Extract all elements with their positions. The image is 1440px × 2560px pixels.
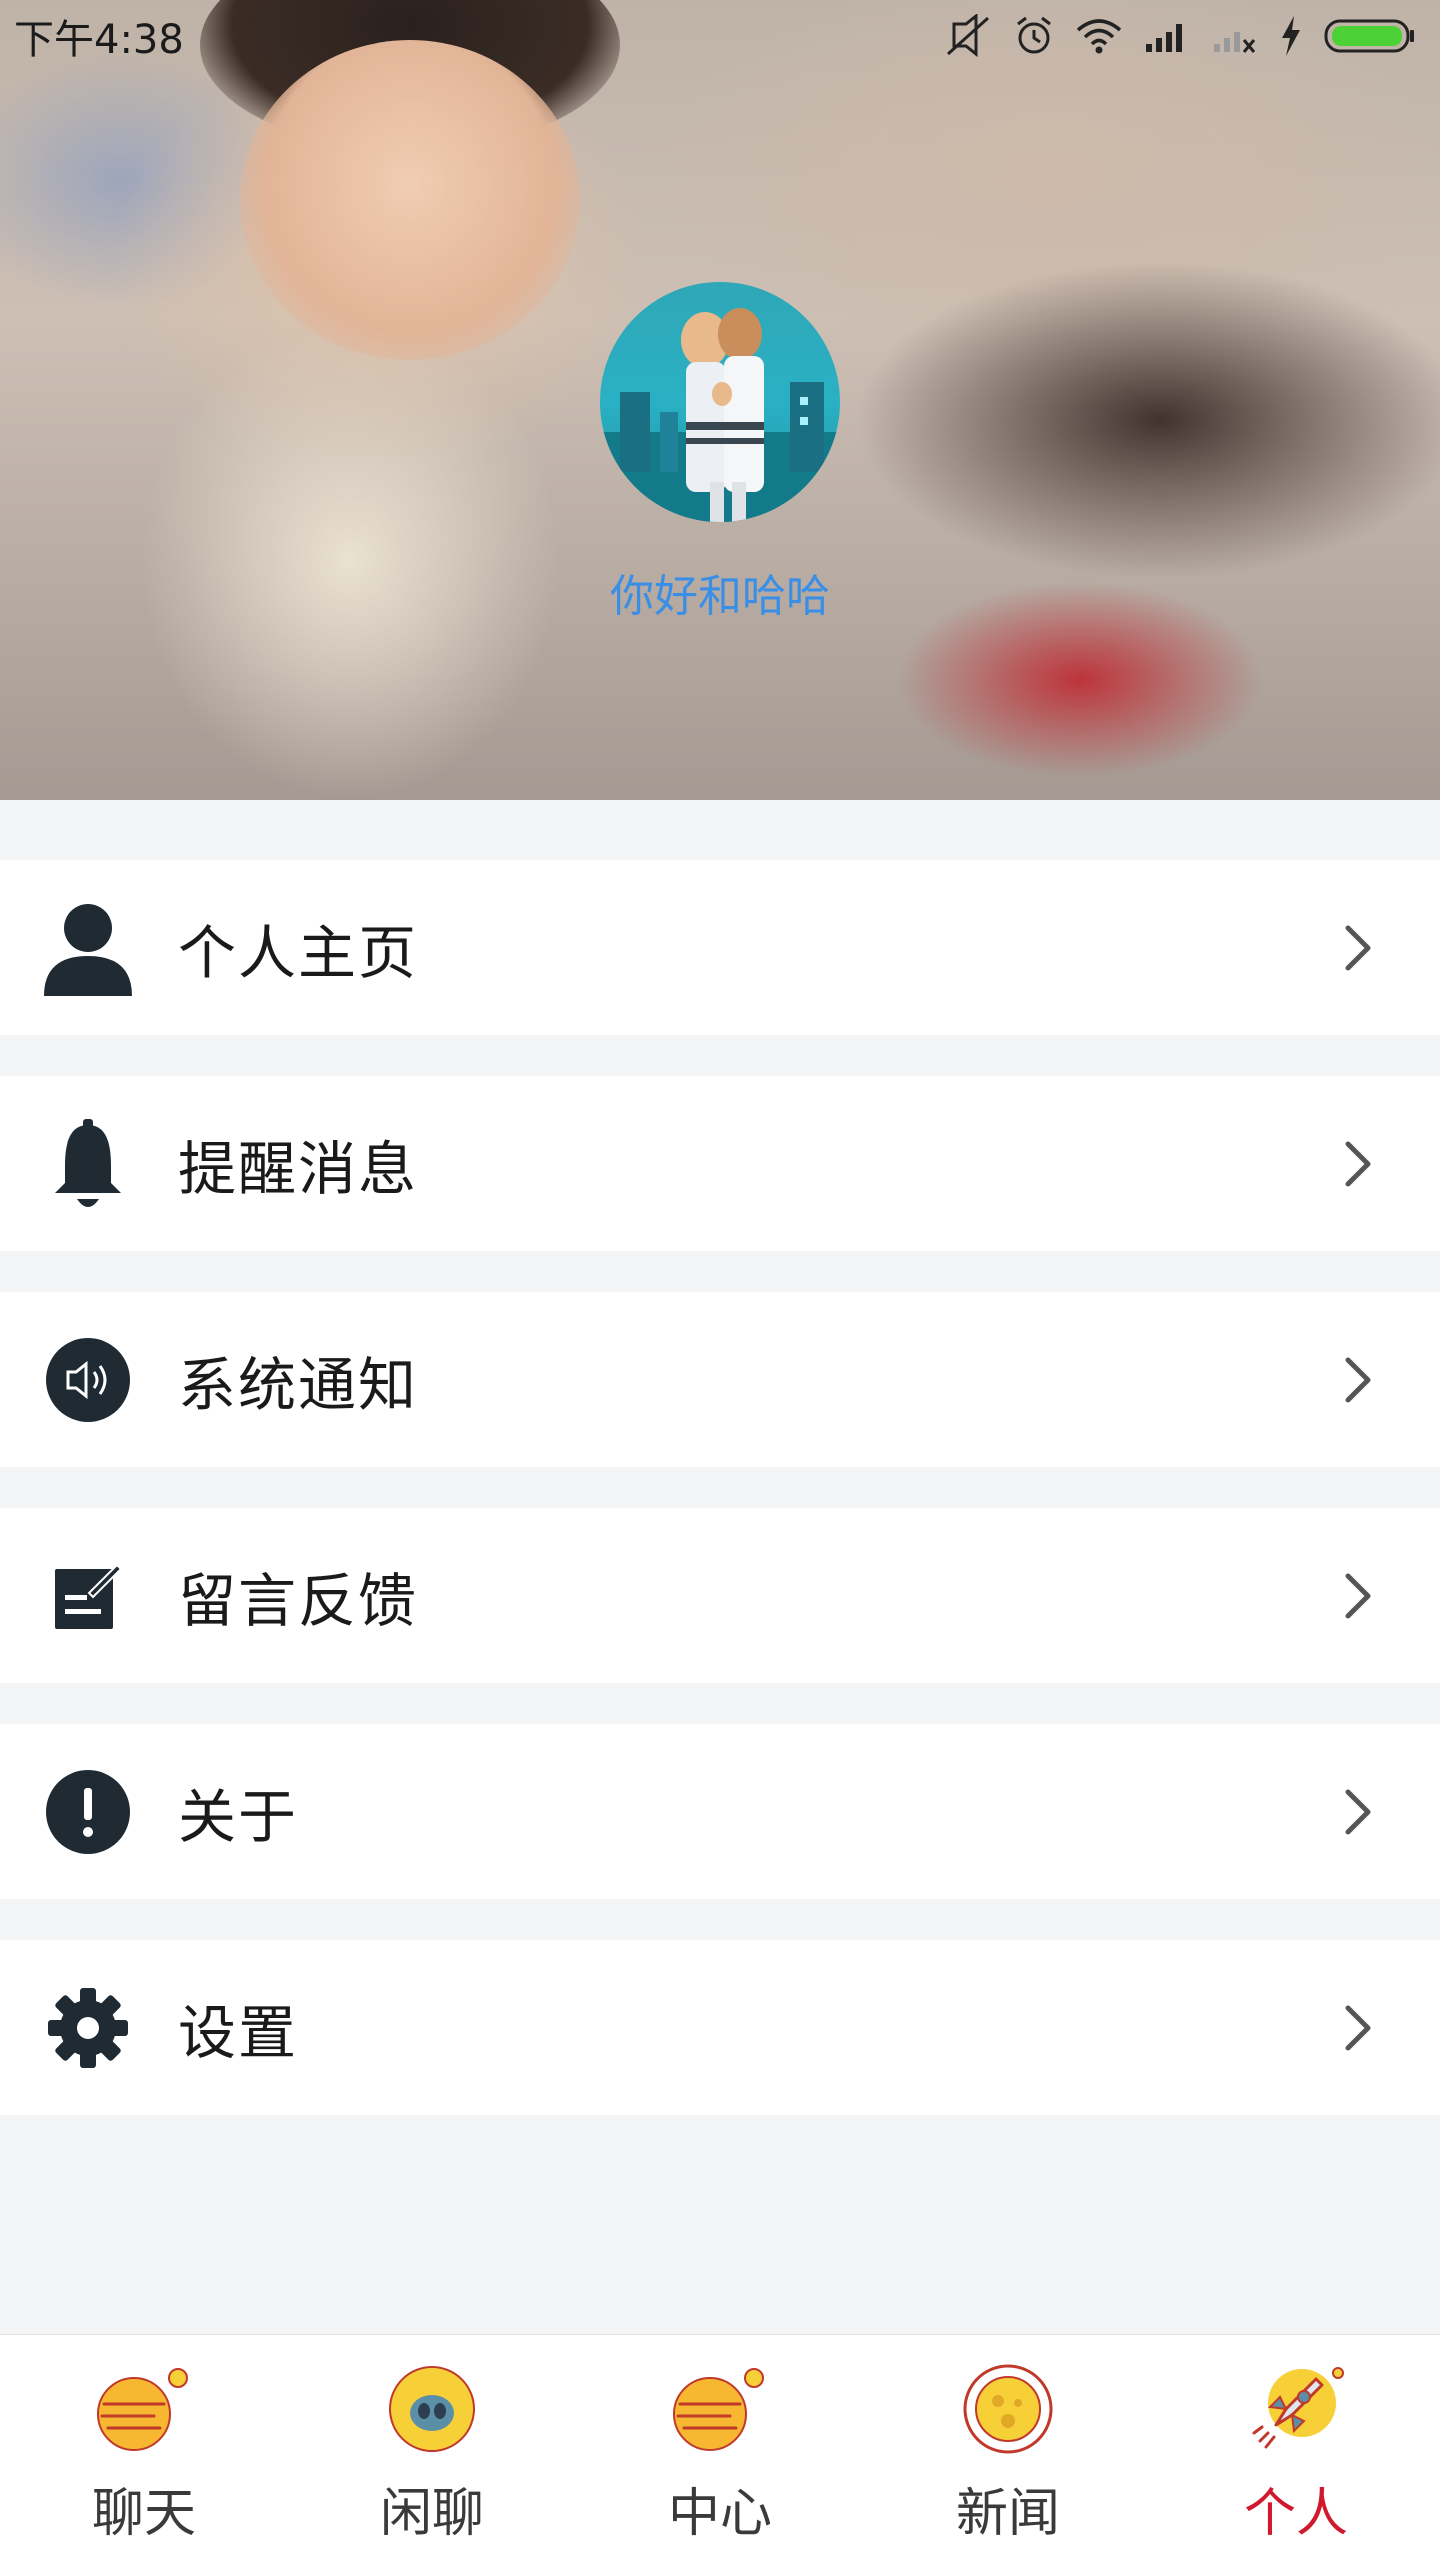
menu-item-about[interactable]: 关于	[0, 1724, 1440, 1899]
mute-icon	[946, 14, 990, 58]
menu-item-label: 留言反馈	[178, 1566, 419, 1635]
menu-item-reminders[interactable]: 提醒消息	[0, 1076, 1440, 1251]
menu-item-label: 设置	[178, 1998, 299, 2067]
planet-icon	[665, 2359, 775, 2459]
signal-none-icon	[1214, 32, 1256, 53]
wifi-icon	[1076, 19, 1122, 54]
exclamation-icon	[42, 1766, 134, 1858]
chevron-right-icon	[1338, 1350, 1378, 1410]
moon-icon	[953, 2359, 1063, 2459]
tab-label: 个人	[1243, 2484, 1348, 2544]
tab-label: 新闻	[955, 2484, 1060, 2544]
tab-me[interactable]: 个人	[1152, 2335, 1440, 2560]
chevron-right-icon	[1338, 1998, 1378, 2058]
menu-item-label: 关于	[178, 1782, 299, 1851]
chevron-right-icon	[1338, 1134, 1378, 1194]
menu-item-system-notice[interactable]: 系统通知	[0, 1292, 1440, 1467]
tab-label: 中心	[667, 2484, 772, 2544]
tab-news[interactable]: 新闻	[864, 2335, 1152, 2560]
tab-label: 聊天	[91, 2484, 196, 2544]
planet-icon	[89, 2359, 199, 2459]
gear-icon	[42, 1982, 134, 2074]
background-photo-detail	[240, 40, 580, 360]
chevron-right-icon	[1338, 1566, 1378, 1626]
chevron-right-icon	[1338, 1782, 1378, 1842]
charging-icon	[1282, 16, 1300, 56]
rocket-icon	[1241, 2359, 1351, 2459]
status-icons	[944, 14, 1416, 58]
alarm-icon	[1017, 16, 1051, 54]
status-bar: 下午4:38	[0, 0, 1440, 72]
tab-center[interactable]: 中心	[576, 2335, 864, 2560]
edit-note-icon	[42, 1550, 134, 1642]
menu-item-settings[interactable]: 设置	[0, 1940, 1440, 2115]
person-icon	[42, 902, 134, 996]
menu-item-label: 个人主页	[178, 918, 419, 987]
tab-casual-chat[interactable]: 闲聊	[288, 2335, 576, 2560]
avatar-illustration	[600, 308, 840, 522]
tab-label: 闲聊	[379, 2484, 484, 2544]
status-time: 下午4:38	[14, 17, 184, 63]
menu-item-feedback[interactable]: 留言反馈	[0, 1508, 1440, 1683]
menu-item-label: 提醒消息	[178, 1134, 419, 1203]
tab-chat[interactable]: 聊天	[0, 2335, 288, 2560]
bell-icon	[42, 1118, 134, 1210]
speaker-icon	[42, 1334, 134, 1426]
bottom-tab-bar: 聊天 闲聊 中心 新闻 个人	[0, 2334, 1440, 2560]
alien-icon	[377, 2359, 487, 2459]
nickname[interactable]: 你好和哈哈	[0, 560, 1440, 624]
signal-icon	[1146, 24, 1182, 52]
battery-icon	[1324, 19, 1414, 53]
menu-item-label: 系统通知	[178, 1350, 419, 1419]
avatar[interactable]	[600, 282, 840, 522]
menu-item-profile[interactable]: 个人主页	[0, 860, 1440, 1035]
chevron-right-icon	[1338, 918, 1378, 978]
